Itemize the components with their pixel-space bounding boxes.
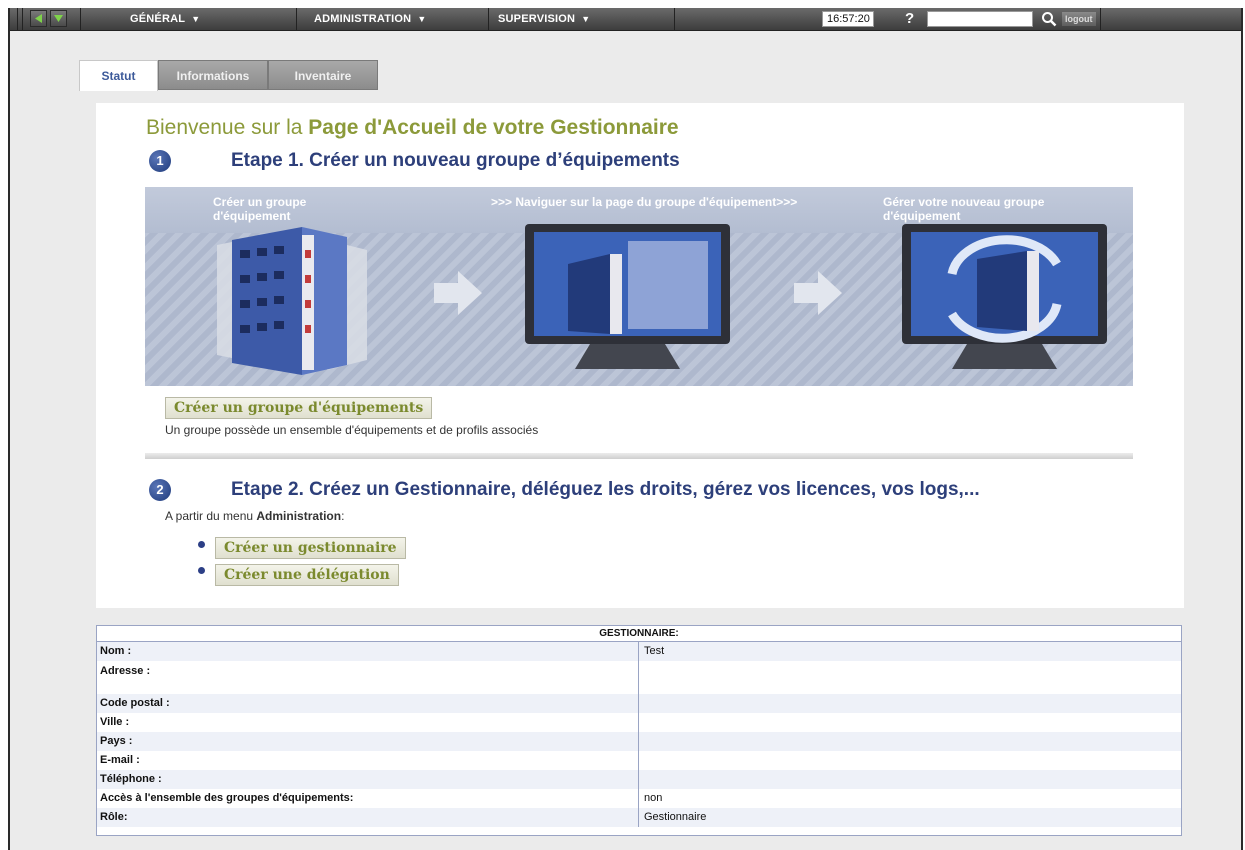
intro-prefix: A partir du menu [165,509,257,523]
collapse-button[interactable] [50,10,67,27]
menu-supervision[interactable]: SUPERVISION ▼ [498,8,590,30]
table-row: Ville : [97,713,1181,732]
field-value [638,751,1181,770]
intro-menu-name: Administration [256,509,342,523]
step-2-badge: 2 [149,479,171,501]
menu-supervision-label: SUPERVISION [498,13,576,25]
field-label: E-mail : [100,754,140,766]
create-group-description: Un groupe possède un ensemble d'équipeme… [165,423,539,437]
search-input[interactable] [927,11,1033,27]
separator [17,8,18,30]
field-value: Test [638,642,1181,661]
field-label: Adresse : [100,665,151,677]
step-1-badge: 1 [149,150,171,172]
separator [1100,8,1101,30]
building-illustration [217,227,367,375]
monitor-manage-illustration [902,224,1107,369]
manager-table-header: GESTIONNAIRE: [97,626,1181,642]
field-value [638,770,1181,789]
menu-general[interactable]: GÉNÉRAL ▼ [130,8,200,30]
intro-suffix: : [341,509,345,523]
field-label: Ville : [100,716,130,728]
back-button[interactable] [30,10,47,27]
create-equipment-group-button[interactable]: Créer un groupe d'équipements [165,397,433,419]
help-button[interactable]: ? [905,8,914,30]
section-divider [145,453,1133,459]
menu-administration[interactable]: ADMINISTRATION ▼ [314,8,426,30]
table-row: Nom : Test [97,642,1181,661]
field-value: non [638,789,1181,808]
bullet-icon [198,541,205,548]
page-title: Bienvenue sur la Page d'Accueil de votre… [146,116,679,140]
table-row: Code postal : [97,694,1181,713]
table-row: Adresse : [97,661,1181,694]
table-row: Téléphone : [97,770,1181,789]
left-arrow-icon [35,14,42,23]
field-value [638,661,1181,694]
page-title-bold: Page d'Accueil de votre Gestionnaire [308,116,679,139]
create-manager-button[interactable]: Créer un gestionnaire [215,537,406,559]
down-arrow-icon [54,15,63,22]
dropdown-arrow-icon: ▼ [191,14,201,24]
table-row: Rôle: Gestionnaire [97,808,1181,827]
field-label: Accès à l'ensemble des groupes d'équipem… [100,792,354,804]
separator [22,8,23,30]
dropdown-arrow-icon: ▼ [581,14,591,24]
arrow-right-icon [794,271,842,315]
step-1-title: Etape 1. Créer un nouveau groupe d’équip… [231,150,680,171]
menu-administration-label: ADMINISTRATION [314,13,412,25]
bullet-icon [198,567,205,574]
field-label: Rôle: [100,811,128,823]
dropdown-arrow-icon: ▼ [417,14,427,24]
page-title-prefix: Bienvenue sur la [146,116,309,139]
clock-display: 16:57:20 [822,11,874,27]
table-row: E-mail : [97,751,1181,770]
search-icon[interactable] [1041,11,1057,27]
tab-informations[interactable]: Informations [158,60,268,90]
monitor-navigate-illustration [525,224,730,369]
step-2-title: Etape 2. Créez un Gestionnaire, déléguez… [231,479,980,500]
top-menu-bar: GÉNÉRAL ▼ ADMINISTRATION ▼ SUPERVISION ▼ 16… [10,8,1241,31]
administration-intro: A partir du menu Administration: [165,509,344,523]
field-value [638,732,1181,751]
menu-general-label: GÉNÉRAL [130,13,186,25]
step-1-illustration: Créer un groupe d'équipement >>> Navigue… [145,187,1133,386]
banner-text-navigate: >>> Naviguer sur la page du groupe d'équ… [491,195,798,209]
arrow-right-icon [434,271,482,315]
tab-statut[interactable]: Statut [79,60,158,91]
field-value: Gestionnaire [638,808,1181,827]
field-label: Nom : [100,645,132,657]
logout-button[interactable]: logout [1062,12,1096,26]
field-label: Code postal : [100,697,170,709]
tab-inventaire[interactable]: Inventaire [268,60,378,90]
separator [80,8,81,30]
field-value [638,694,1181,713]
field-value [638,713,1181,732]
separator [488,8,489,30]
separator [296,8,297,30]
manager-info-table: GESTIONNAIRE: Nom : Test Adresse : Code … [96,625,1182,836]
create-delegation-button[interactable]: Créer une délégation [215,564,399,586]
field-label: Pays : [100,735,133,747]
table-row: Accès à l'ensemble des groupes d'équipem… [97,789,1181,808]
separator [674,8,675,30]
field-label: Téléphone : [100,773,162,785]
table-row: Pays : [97,732,1181,751]
